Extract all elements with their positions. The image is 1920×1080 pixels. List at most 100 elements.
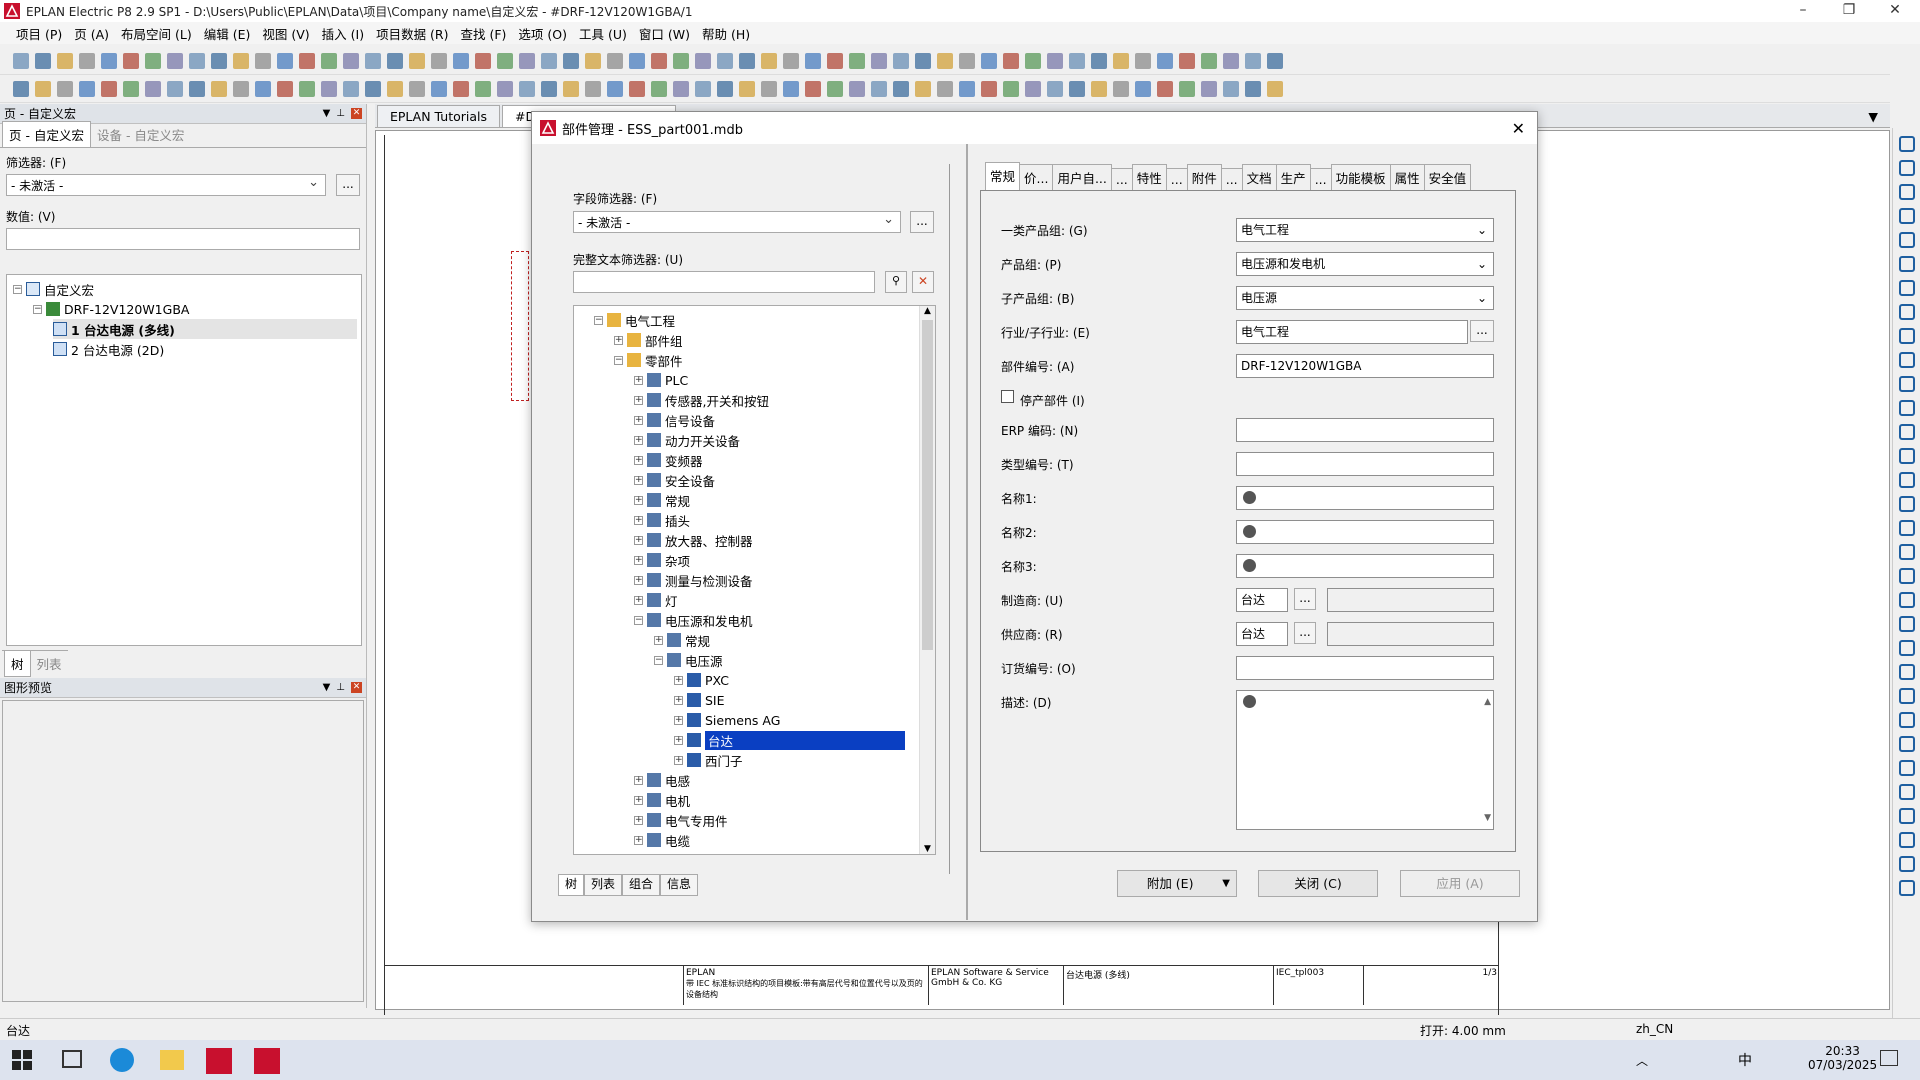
toolbar-tool-icon[interactable]	[497, 80, 513, 97]
toolbar-tool-icon[interactable]	[167, 52, 183, 69]
property-tab[interactable]: 生产	[1275, 164, 1311, 190]
parts-tree-item[interactable]: + PLC	[634, 370, 688, 390]
toolbar-tool-icon[interactable]	[299, 52, 315, 69]
menu-project-data[interactable]: 项目数据 (R)	[376, 24, 448, 43]
toolbar-tool-icon[interactable]	[915, 80, 931, 97]
expand-toggle-icon[interactable]: +	[634, 575, 643, 585]
fulltext-clear-button[interactable]: ✕	[912, 271, 934, 293]
toolbar-tool-icon[interactable]	[739, 52, 755, 69]
industry-field[interactable]: 电气工程	[1236, 320, 1468, 344]
filter-more-button[interactable]: ...	[336, 174, 360, 196]
expand-toggle-icon[interactable]: +	[634, 515, 643, 525]
expand-toggle-icon[interactable]: +	[634, 475, 643, 485]
toolbar-tool-icon[interactable]	[365, 52, 381, 69]
expand-toggle-icon[interactable]: +	[634, 535, 643, 545]
expand-toggle-icon[interactable]: +	[654, 635, 663, 645]
graphics-tool-icon[interactable]	[1898, 832, 1915, 848]
form-combo[interactable]: 电气工程 ⌄	[1236, 218, 1494, 242]
toolbar-tool-icon[interactable]	[387, 80, 403, 97]
toolbar-tool-icon[interactable]	[277, 80, 293, 97]
toolbar-tool-icon[interactable]	[35, 52, 51, 69]
expand-toggle-icon[interactable]: +	[634, 595, 643, 605]
property-tab[interactable]: 功能模板	[1330, 164, 1391, 190]
toolbar-tool-icon[interactable]	[1069, 52, 1085, 69]
graphics-tool-icon[interactable]	[1898, 856, 1915, 872]
toolbar-tool-icon[interactable]	[563, 52, 579, 69]
tray-up-icon[interactable]: ︿	[1636, 1052, 1648, 1069]
toolbar-tool-icon[interactable]	[1113, 80, 1129, 97]
apply-button[interactable]: 应用 (A)	[1400, 870, 1520, 897]
toolbar-tool-icon[interactable]	[519, 52, 535, 69]
expand-toggle-icon[interactable]: −	[614, 355, 623, 365]
name-field[interactable]	[1236, 520, 1494, 544]
menu-tools[interactable]: 工具 (U)	[579, 24, 627, 43]
expand-toggle-icon[interactable]: −	[654, 655, 663, 665]
toolbar-tool-icon[interactable]	[475, 52, 491, 69]
graphics-tool-icon[interactable]	[1898, 400, 1915, 416]
toolbar-tool-icon[interactable]	[1091, 52, 1107, 69]
toolbar-tool-icon[interactable]	[145, 52, 161, 69]
graphics-tool-icon[interactable]	[1898, 352, 1915, 368]
pin-icon[interactable]: ⊥	[336, 108, 345, 119]
expand-toggle-icon[interactable]: +	[634, 375, 643, 385]
toolbar-tool-icon[interactable]	[1201, 52, 1217, 69]
fulltext-filter-input[interactable]	[573, 271, 875, 293]
toolbar-tool-icon[interactable]	[123, 80, 139, 97]
toolbar-tool-icon[interactable]	[629, 52, 645, 69]
toolbar-tool-icon[interactable]	[431, 52, 447, 69]
toolbar-tool-icon[interactable]	[541, 52, 557, 69]
parts-tree-item[interactable]: + 灯	[634, 590, 678, 610]
graphics-tool-icon[interactable]	[1898, 592, 1915, 608]
toolbar-tool-icon[interactable]	[871, 80, 887, 97]
toolbar-tool-icon[interactable]	[673, 52, 689, 69]
tab-parts-info[interactable]: 信息	[660, 874, 699, 896]
supplier-more-button[interactable]: ...	[1294, 622, 1316, 644]
parts-tree-item[interactable]: + 信号设备	[634, 410, 715, 430]
toolbar-tool-icon[interactable]	[541, 80, 557, 97]
graphics-tool-icon[interactable]	[1898, 640, 1915, 656]
toolbar-tool-icon[interactable]	[189, 80, 205, 97]
graphics-tool-icon[interactable]	[1898, 208, 1915, 224]
toolbar-tool-icon[interactable]	[673, 80, 689, 97]
industry-more-button[interactable]: ...	[1470, 320, 1494, 342]
edge-browser-icon[interactable]	[110, 1048, 134, 1072]
minimize-icon[interactable]: –	[1780, 0, 1826, 22]
parts-tree-item[interactable]: + Siemens AG	[674, 710, 780, 730]
menu-layout-space[interactable]: 布局空间 (L)	[121, 24, 192, 43]
toolbar-tool-icon[interactable]	[783, 80, 799, 97]
graphics-tool-icon[interactable]	[1898, 760, 1915, 776]
toolbar-tool-icon[interactable]	[871, 52, 887, 69]
toolbar-tool-icon[interactable]	[233, 80, 249, 97]
toolbar-tool-icon[interactable]	[1157, 52, 1173, 69]
expand-toggle-icon[interactable]: +	[634, 415, 643, 425]
menu-find[interactable]: 查找 (F)	[461, 24, 507, 43]
property-tab[interactable]: ...	[1220, 168, 1243, 190]
toolbar-tool-icon[interactable]	[717, 80, 733, 97]
menu-project[interactable]: 项目 (P)	[16, 24, 62, 43]
property-tab[interactable]: 文档	[1241, 164, 1277, 190]
toolbar-tool-icon[interactable]	[827, 80, 843, 97]
toolbar-tool-icon[interactable]	[827, 52, 843, 69]
tab-tree[interactable]: 树	[4, 651, 31, 677]
expand-toggle-icon[interactable]: +	[634, 395, 643, 405]
toolbar-tool-icon[interactable]	[651, 80, 667, 97]
toolbar-tool-icon[interactable]	[1135, 80, 1151, 97]
toolbar-tool-icon[interactable]	[1245, 80, 1261, 97]
graphics-tool-icon[interactable]	[1898, 880, 1915, 896]
expand-toggle-icon[interactable]: +	[634, 495, 643, 505]
notifications-icon[interactable]	[1880, 1050, 1898, 1066]
doc-tab-tutorials[interactable]: EPLAN Tutorials	[377, 105, 501, 127]
dropdown-icon[interactable]: ▼	[323, 682, 331, 693]
toolbar-tool-icon[interactable]	[409, 52, 425, 69]
toolbar-tool-icon[interactable]	[299, 80, 315, 97]
toolbar-tool-icon[interactable]	[695, 52, 711, 69]
tree-item-device[interactable]: − DRF-12V120W1GBA	[33, 299, 189, 319]
pin-icon[interactable]: ⊥	[336, 682, 345, 693]
form-text-field[interactable]: DRF-12V120W1GBA	[1236, 354, 1494, 378]
graphics-tool-icon[interactable]	[1898, 472, 1915, 488]
windows-start-icon[interactable]	[12, 1050, 32, 1070]
toolbar-tool-icon[interactable]	[761, 80, 777, 97]
graphics-tool-icon[interactable]	[1898, 376, 1915, 392]
fulltext-search-button[interactable]: ⚲	[885, 271, 907, 293]
toolbar-tool-icon[interactable]	[1047, 80, 1063, 97]
